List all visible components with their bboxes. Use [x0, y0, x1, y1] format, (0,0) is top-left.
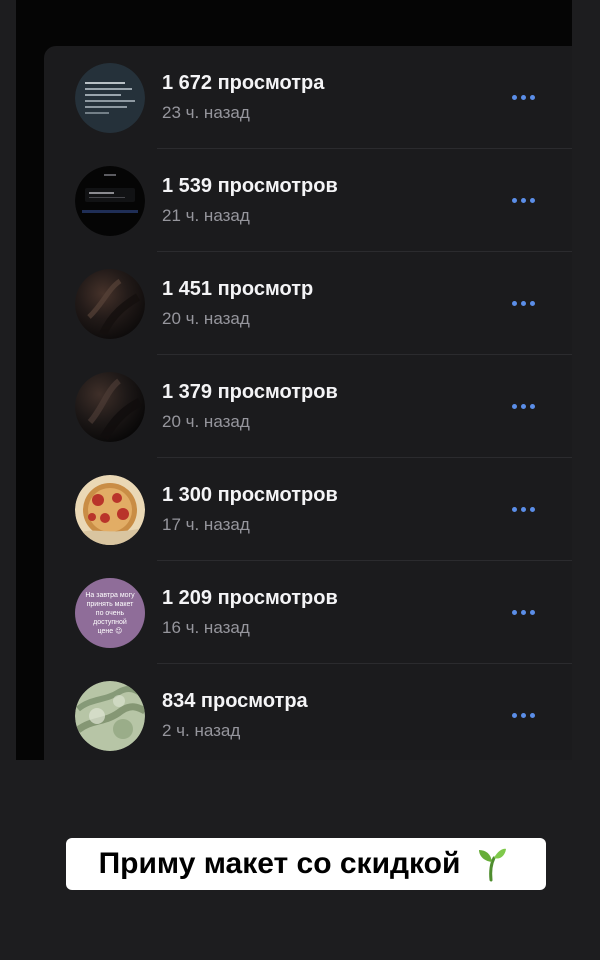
- sprout-icon: [479, 848, 507, 882]
- view-count: 1 451 просмотр: [162, 278, 314, 300]
- view-count: 834 просмотра: [162, 690, 308, 712]
- dark-fabric-thumbnail: [75, 269, 145, 339]
- dark-fabric-thumbnail: [75, 372, 145, 442]
- view-time: 21 ч. назад: [162, 206, 250, 225]
- view-row[interactable]: 1 379 просмотров 20 ч. назад: [44, 355, 572, 458]
- dark-note-thumbnail: [75, 63, 145, 133]
- view-time: 20 ч. назад: [162, 309, 250, 328]
- view-time: 2 ч. назад: [162, 721, 241, 740]
- caption-text: Приму макет со скидкой: [98, 847, 461, 880]
- view-count: 1 300 просмотров: [162, 484, 338, 506]
- dark-screenshot-thumbnail: [75, 166, 145, 236]
- more-dots-icon[interactable]: [510, 294, 540, 312]
- view-row[interactable]: 1 300 просмотров 17 ч. назад: [44, 458, 572, 561]
- view-time: 16 ч. назад: [162, 618, 250, 637]
- view-time: 23 ч. назад: [162, 103, 250, 122]
- view-count: 1 209 просмотров: [162, 587, 338, 609]
- story-caption: Приму макет со скидкой: [66, 838, 546, 890]
- view-count: 1 672 просмотра: [162, 72, 325, 94]
- view-row[interactable]: 1 539 просмотров 21 ч. назад: [44, 149, 572, 252]
- pizza-thumbnail: [75, 475, 145, 545]
- story-views-list: 1 672 просмотра 23 ч. назад 1 539 просмо…: [44, 46, 572, 760]
- more-dots-icon[interactable]: [510, 500, 540, 518]
- view-time: 17 ч. назад: [162, 515, 250, 534]
- view-time: 20 ч. назад: [162, 412, 250, 431]
- green-pattern-thumbnail: [75, 681, 145, 751]
- more-dots-icon[interactable]: [510, 397, 540, 415]
- more-dots-icon[interactable]: [510, 603, 540, 621]
- view-count: 1 379 просмотров: [162, 381, 338, 403]
- view-count: 1 539 просмотров: [162, 175, 338, 197]
- more-dots-icon[interactable]: [510, 88, 540, 106]
- embedded-screenshot: 1 672 просмотра 23 ч. назад 1 539 просмо…: [16, 0, 572, 760]
- more-dots-icon[interactable]: [510, 191, 540, 209]
- view-row[interactable]: 834 просмотра 2 ч. назад: [44, 664, 572, 760]
- lilac-message-thumbnail: На завтра могу принять макет по очень до…: [75, 578, 145, 648]
- view-row[interactable]: 1 451 просмотр 20 ч. назад: [44, 252, 572, 355]
- view-row[interactable]: 1 672 просмотра 23 ч. назад: [44, 46, 572, 149]
- thumbnail-message: На завтра могу принять макет по очень до…: [85, 591, 135, 635]
- more-dots-icon[interactable]: [510, 706, 540, 724]
- view-row[interactable]: На завтра могу принять макет по очень до…: [44, 561, 572, 664]
